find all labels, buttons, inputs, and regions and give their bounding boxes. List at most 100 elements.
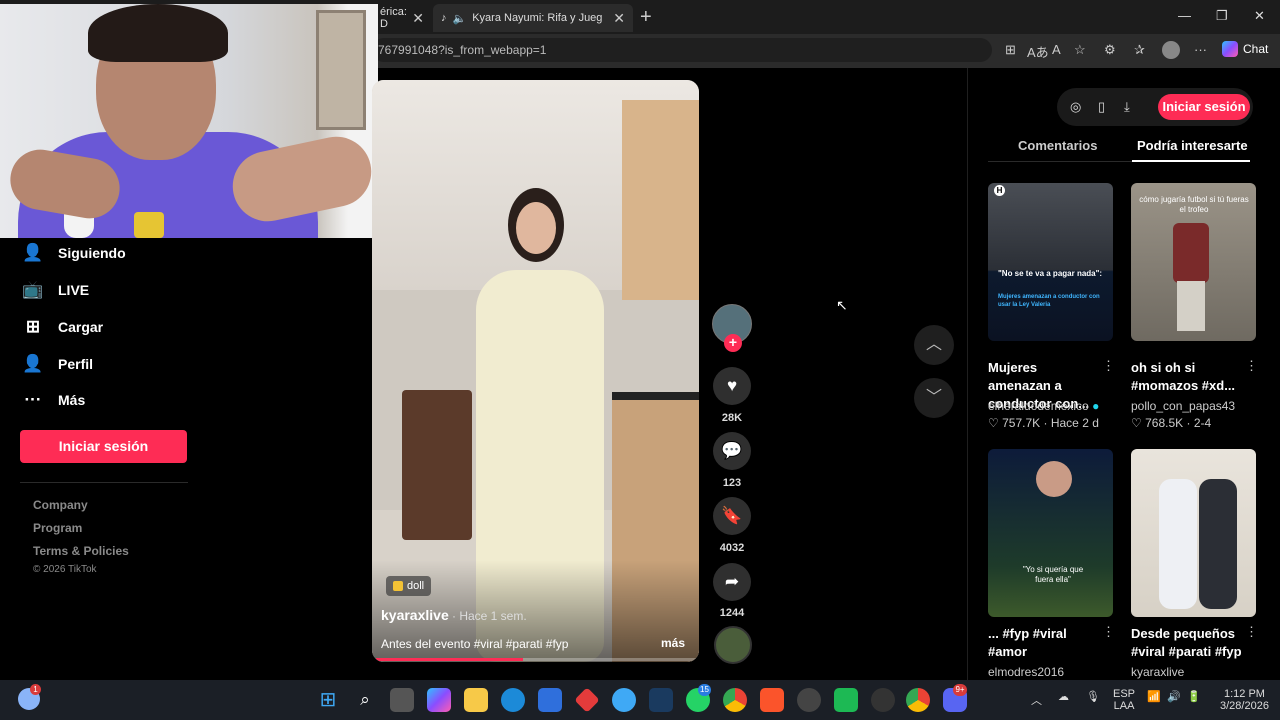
more-icon: ··· [24, 390, 42, 409]
tab-comments[interactable]: Comentarios [1018, 138, 1097, 153]
favorite-icon[interactable]: ☆ [1074, 42, 1086, 58]
follow-plus-icon[interactable]: + [724, 334, 742, 352]
phone-icon[interactable]: ▯ [1098, 99, 1105, 115]
share-button[interactable]: ➦ [713, 563, 751, 601]
chrome-profile-icon[interactable] [906, 688, 930, 712]
save-button[interactable]: 🔖 [713, 497, 751, 535]
menu-dots-icon[interactable]: ··· [1194, 42, 1207, 57]
clock[interactable]: 1:12 PM 3/28/2026 [1220, 688, 1269, 712]
app-icon[interactable] [834, 688, 858, 712]
card-menu-icon[interactable]: ⋮ [1245, 358, 1258, 374]
tab-recommended[interactable]: Podría interesarte [1137, 138, 1248, 153]
meta-separator: · [1186, 416, 1194, 430]
tray-chevron-icon[interactable]: ︿ [1031, 692, 1042, 708]
close-tab-icon[interactable]: ✕ [613, 10, 625, 27]
nav-item-profile[interactable]: 👤 Perfil [22, 354, 93, 374]
address-bar[interactable]: 767991048?is_from_webapp=1 [372, 38, 992, 62]
minimize-icon[interactable]: — [1178, 8, 1191, 23]
video-player[interactable]: doll kyaraxlive · Hace 1 sem. Antes del … [372, 80, 699, 662]
brave-icon[interactable] [760, 688, 784, 712]
copilot-chat-button[interactable]: Chat [1222, 41, 1268, 57]
nav-item-more[interactable]: ··· Más [22, 390, 86, 410]
battery-icon[interactable]: 🔋 [1187, 690, 1201, 703]
task-view-icon[interactable] [390, 688, 414, 712]
store-icon[interactable] [538, 688, 562, 712]
language-indicator[interactable]: ESP LAA [1113, 688, 1135, 712]
footer-link-program[interactable]: Program [33, 521, 82, 535]
onedrive-icon[interactable]: ☁ [1058, 690, 1069, 703]
video-author[interactable]: kyaraxlive [381, 607, 449, 623]
speaker-icon[interactable]: 🔈 [453, 12, 467, 25]
card-author[interactable]: pollo_con_papas43 [1131, 399, 1235, 413]
footer-link-company[interactable]: Company [33, 498, 88, 512]
share-icon: ➦ [724, 572, 740, 591]
tab-active[interactable]: ♪ 🔈 Kyara Nayumi: Rifa y Juegos P ✕ [433, 4, 633, 32]
copilot-taskbar-icon[interactable] [427, 688, 451, 712]
profile-avatar-icon[interactable] [1162, 41, 1180, 59]
video-thumbnail[interactable] [1131, 449, 1256, 617]
tab-label: érica: D [380, 6, 407, 30]
nav-item-following[interactable]: 👤 Siguiendo [22, 243, 125, 263]
previous-video-button[interactable]: ︿ [914, 325, 954, 365]
effect-tag[interactable]: doll [386, 576, 432, 596]
obs-icon[interactable] [797, 688, 821, 712]
card-author[interactable]: elheraldodemexico ● [988, 399, 1099, 413]
card-menu-icon[interactable]: ⋮ [1245, 624, 1258, 640]
favorites-icon[interactable]: ✰ [1134, 42, 1145, 58]
nav-item-live[interactable]: 📺 LIVE [22, 280, 89, 300]
start-icon[interactable]: ⊞ [316, 688, 340, 712]
microphone-icon[interactable]: 🎙 [1086, 690, 1100, 703]
footer-link-terms[interactable]: Terms & Policies [33, 544, 129, 558]
maximize-icon[interactable]: ❐ [1216, 8, 1228, 24]
steam-icon[interactable] [649, 688, 673, 712]
clock-date: 3/28/2026 [1220, 700, 1269, 712]
close-tab-icon[interactable]: ✕ [412, 10, 424, 27]
video-progress-bar[interactable] [376, 658, 696, 661]
card-title[interactable]: Desde pequeños #viral #parati #fyp [1131, 625, 1243, 661]
mouse-cursor-icon: ↖ [836, 297, 848, 313]
next-video-button[interactable]: ﹀ [914, 378, 954, 418]
login-button-top[interactable]: Iniciar sesión [1158, 94, 1250, 120]
browser-app-icon[interactable] [612, 688, 636, 712]
music-disc[interactable] [714, 626, 752, 664]
nav-label: Cargar [58, 319, 104, 335]
video-time: · Hace 1 sem. [452, 609, 527, 623]
video-thumbnail[interactable]: H "No se te va a pagar nada": Mujeres am… [988, 183, 1113, 341]
following-icon: 👤 [22, 243, 44, 262]
read-aloud-icon[interactable]: A [1052, 42, 1061, 57]
file-explorer-icon[interactable] [464, 688, 488, 712]
wifi-icon[interactable]: 📶 [1147, 690, 1161, 703]
video-thumbnail[interactable]: "Yo si quería que fuera ella" [988, 449, 1113, 617]
video-thumbnail[interactable]: cómo jugaría futbol si tú fueras el trof… [1131, 183, 1256, 341]
card-date: 2-4 [1193, 416, 1212, 430]
split-screen-icon[interactable]: ⊞ [1005, 42, 1016, 58]
card-menu-icon[interactable]: ⋮ [1102, 358, 1115, 374]
compass-icon[interactable]: ◎ [1070, 99, 1081, 115]
new-tab-icon[interactable]: + [640, 6, 652, 29]
card-author[interactable]: kyaraxlive [1131, 665, 1184, 679]
nav-label: Más [58, 392, 86, 408]
like-button[interactable]: ♥ [713, 367, 751, 405]
close-window-icon[interactable]: ✕ [1254, 8, 1265, 24]
download-icon[interactable]: ⤓ [1124, 99, 1130, 115]
video-scene [622, 100, 699, 300]
card-author[interactable]: elmodres2016 [988, 665, 1064, 679]
app-icon[interactable] [871, 688, 895, 712]
nav-item-upload[interactable]: ⊞ Cargar [22, 317, 103, 337]
card-menu-icon[interactable]: ⋮ [1102, 624, 1115, 640]
volume-icon[interactable]: 🔊 [1167, 690, 1181, 703]
search-icon[interactable]: ⌕ [353, 688, 377, 712]
profile-icon: 👤 [22, 354, 44, 373]
login-button[interactable]: Iniciar sesión [20, 430, 187, 463]
card-meta: ♡ 757.7K · Hace 2 d [988, 416, 1099, 430]
chrome-icon[interactable] [723, 688, 747, 712]
active-tab-indicator [1132, 160, 1250, 162]
tab-inactive[interactable]: érica: D ✕ [372, 4, 432, 32]
comment-button[interactable]: 💬 [713, 432, 751, 470]
card-title[interactable]: oh si oh si #momazos #xd... [1131, 359, 1243, 395]
extensions-icon[interactable]: ⚙ [1104, 42, 1116, 58]
card-title[interactable]: ... #fyp #viral #amor [988, 625, 1100, 661]
translate-icon[interactable]: Aあ [1027, 42, 1049, 61]
edge-icon[interactable] [501, 688, 525, 712]
caption-more-link[interactable]: más [661, 636, 685, 650]
